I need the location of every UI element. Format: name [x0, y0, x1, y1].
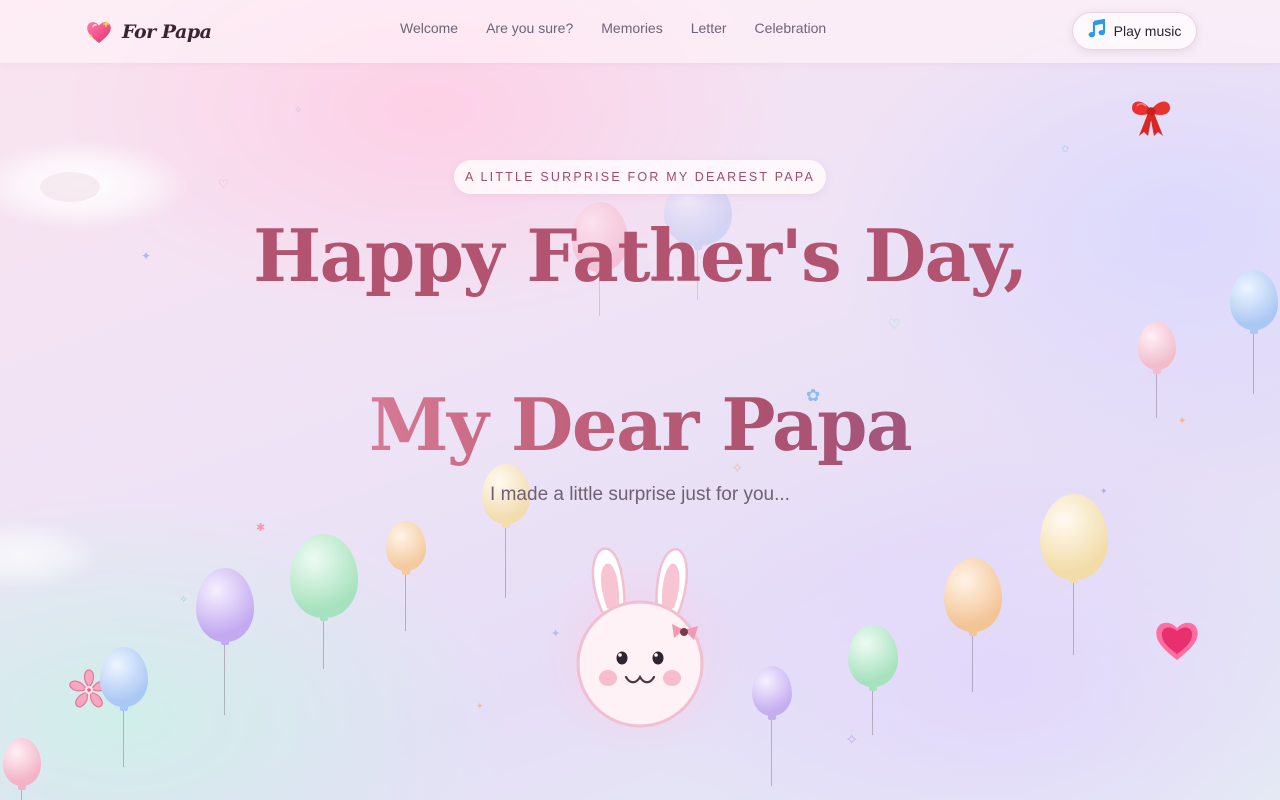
- cloud-bottom-left: [0, 520, 100, 590]
- musical-note-icon: [1088, 18, 1106, 43]
- headline-line1: Happy Father's Day,: [253, 213, 1028, 298]
- star-icon: ✩: [1061, 144, 1070, 155]
- star-icon: ✱: [256, 521, 266, 534]
- top-nav: For Papa Welcome Are you sure? Memories …: [0, 0, 1280, 63]
- headline-line2: My Dear Papa: [240, 382, 1040, 468]
- eyebrow-pill: A LITTLE SURPRISE FOR MY DEAREST PAPA: [454, 160, 826, 194]
- bunny-icon: [576, 547, 704, 728]
- play-music-button[interactable]: Play music: [1072, 12, 1197, 50]
- sparkle-icon: ✧: [179, 593, 189, 606]
- sparkling-heart-icon: [84, 17, 114, 47]
- sparkle-icon: ✦: [1178, 416, 1187, 427]
- brand-logo[interactable]: For Papa: [84, 16, 212, 48]
- play-music-label: Play music: [1113, 23, 1182, 39]
- brand-name: For Papa: [122, 21, 212, 43]
- heart-icon: [1153, 618, 1201, 665]
- nav-link-welcome[interactable]: Welcome: [400, 20, 458, 36]
- sparkle-icon: ✧: [845, 730, 859, 749]
- nav-link-celebration[interactable]: Celebration: [755, 20, 827, 36]
- heart-outline-icon: ♡: [218, 177, 229, 191]
- sparkle-icon: ✧: [294, 105, 303, 116]
- nav-link-memories[interactable]: Memories: [601, 20, 662, 36]
- nav-links: Welcome Are you sure? Memories Letter Ce…: [400, 20, 826, 36]
- heart-outline-icon: ♡: [888, 317, 901, 333]
- nav-link-are-you-sure[interactable]: Are you sure?: [486, 20, 573, 36]
- sparkle-icon: ✦: [476, 702, 484, 712]
- subtitle: I made a little surprise just for you...: [490, 484, 790, 505]
- cloud-left-inner: [40, 172, 100, 202]
- bunny-mascot[interactable]: [530, 540, 750, 760]
- sparkle-icon: ✦: [1100, 487, 1108, 497]
- sparkle-icon: ✦: [141, 249, 152, 263]
- ribbon-bow-icon: [1128, 94, 1174, 143]
- nav-link-letter[interactable]: Letter: [691, 20, 727, 36]
